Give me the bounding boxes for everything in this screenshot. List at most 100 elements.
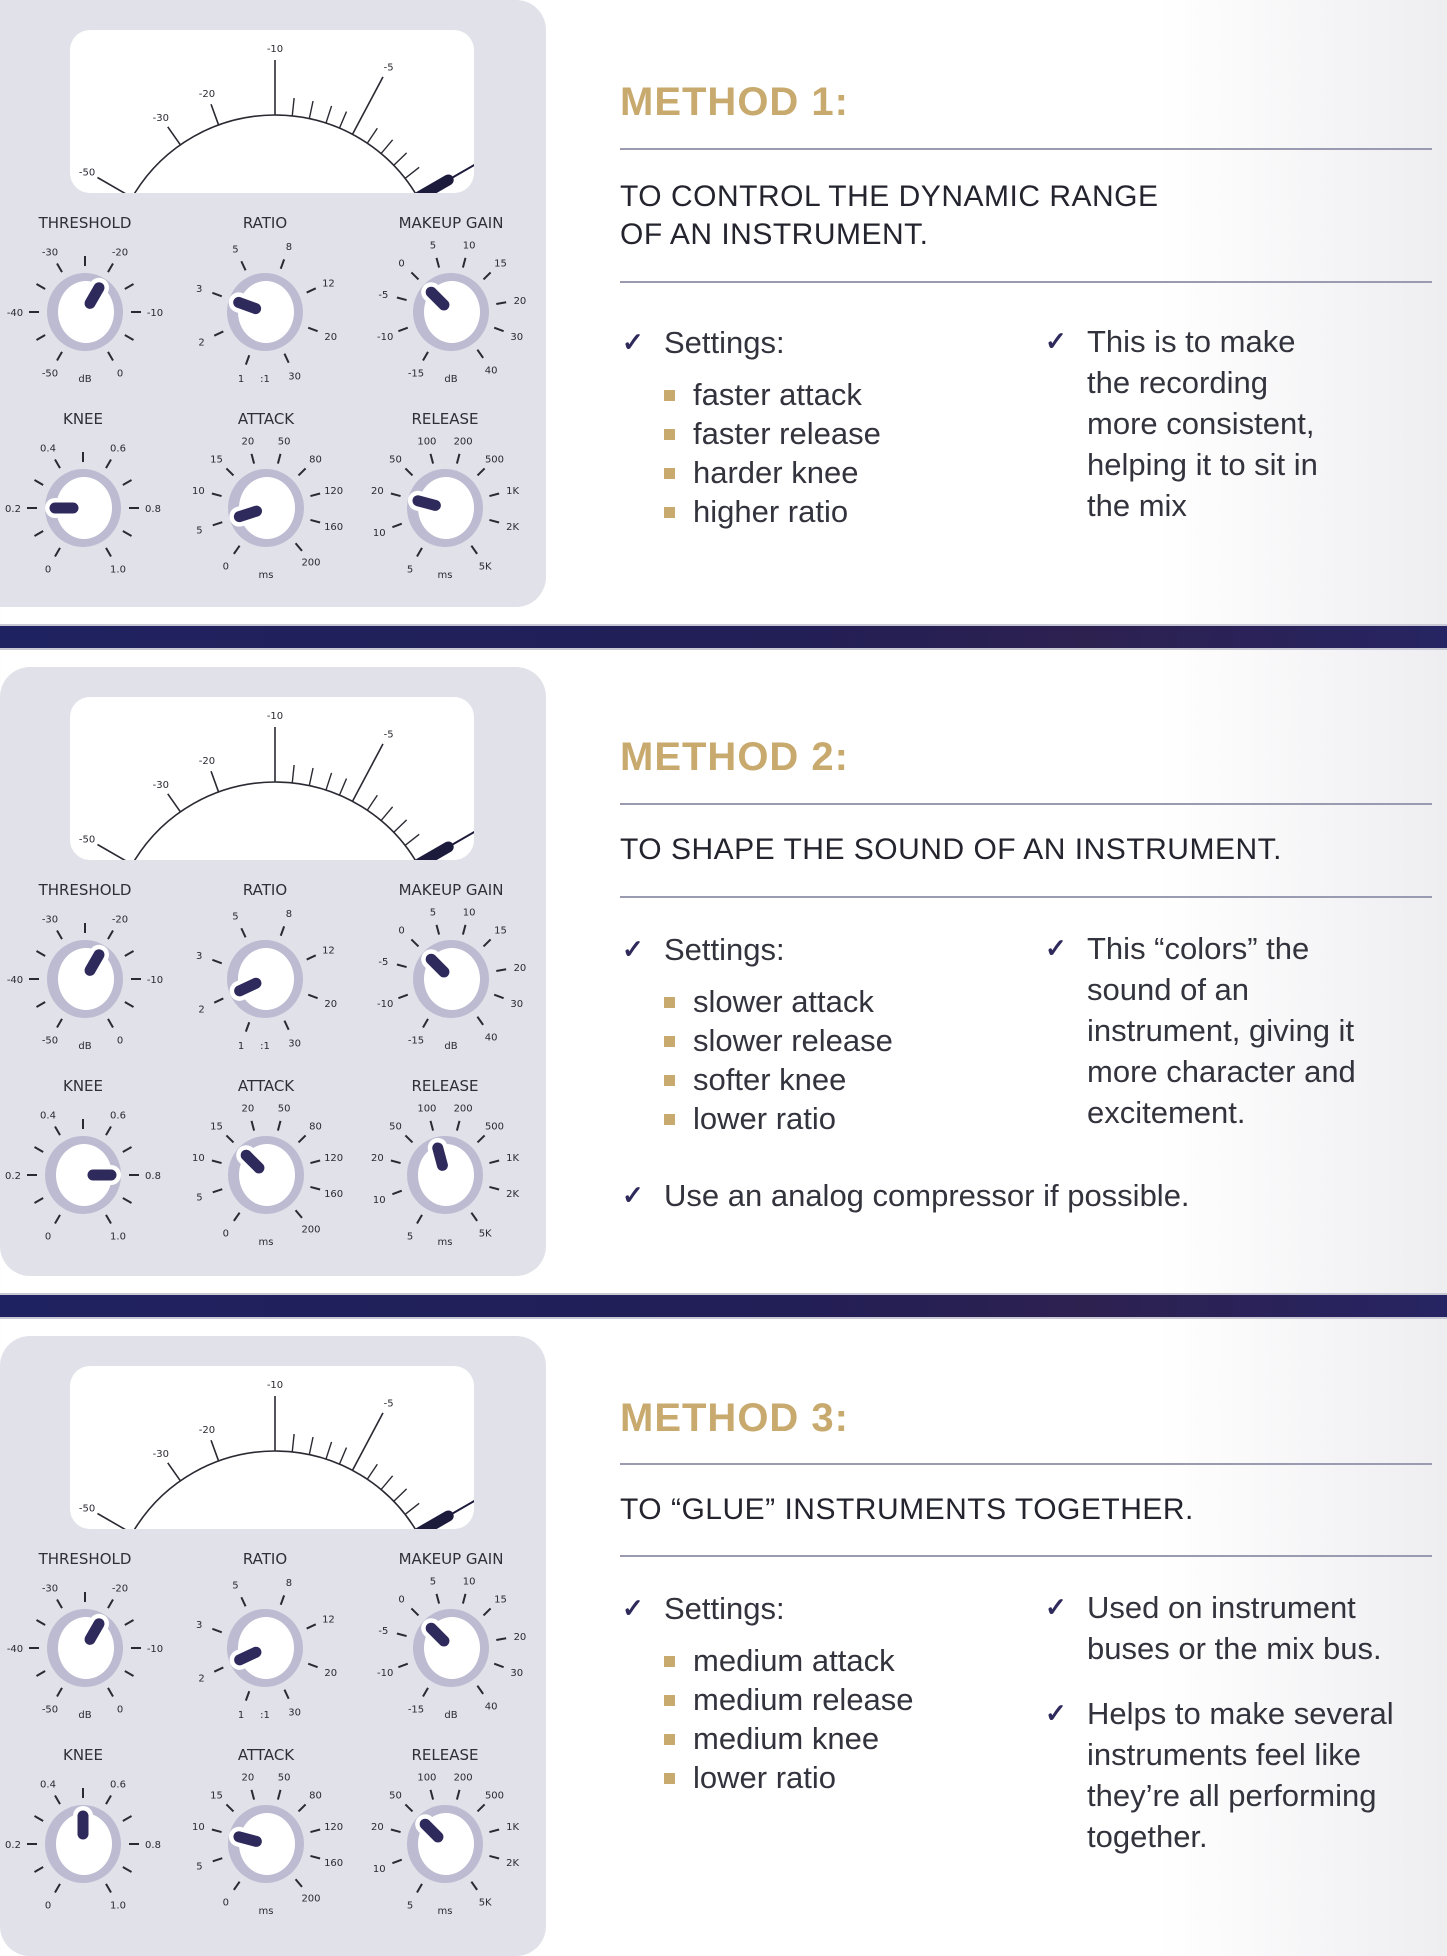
knob-tick	[233, 545, 241, 555]
knob-minor-tick	[36, 283, 46, 290]
knob-title: ATTACK	[238, 410, 295, 428]
knob-knee[interactable]: KNEE 0 0.2 0.4 0.6 0.8 1.0	[5, 1077, 161, 1243]
knob-tick	[390, 492, 401, 498]
knob-title: THRESHOLD	[38, 1550, 132, 1568]
knob-tick	[233, 1881, 241, 1891]
knob-unit-label: ms	[438, 570, 453, 581]
knob-unit-label: ms	[259, 1906, 274, 1917]
knob-title: RATIO	[243, 214, 287, 232]
knob-tick-label: 20	[371, 486, 384, 497]
knob-tick-label: 0.2	[5, 1171, 21, 1182]
knob-grid: THRESHOLD-50-40-30 -20-100dBRATIO1235 8122…	[5, 1550, 526, 1917]
knob-knee[interactable]: KNEE 0 0.2 0.4 0.6 0.8 1.0	[5, 1746, 161, 1912]
knob-title: RATIO	[243, 1550, 287, 1568]
knob-tick	[307, 326, 318, 333]
subtitle-line: TO SHAPE THE SOUND OF AN INSTRUMENT.	[620, 833, 1282, 866]
knob-makeup-gain[interactable]: MAKEUP GAIN -15 -10 -5 0 5 10 15 20 30 40 dB	[377, 1550, 526, 1721]
knob-tick	[435, 924, 441, 935]
knob-unit-label: dB	[444, 1710, 457, 1721]
check-icon: ✓	[1045, 326, 1067, 356]
knob-threshold[interactable]: THRESHOLD -50 -40 -30 -20 -10 0 dB	[7, 214, 163, 385]
knob-tick	[493, 993, 504, 1000]
list-item: softer knee	[664, 1060, 1022, 1099]
knob-attack[interactable]: ATTACK 0 5 10 15 20 50 80 120 160 200 ms	[192, 1746, 343, 1917]
knob-tick-label: 20	[514, 1632, 527, 1643]
knob-release[interactable]: RELEASE 5 10 20 50 100 200 500 1K 2K 5K ms	[371, 1746, 519, 1917]
knob-tick	[482, 1607, 492, 1617]
knob-tick	[213, 997, 224, 1004]
knob-tick	[461, 1593, 467, 1604]
knob-tick-label: -50	[42, 1705, 58, 1716]
bullet-square-icon	[664, 468, 675, 479]
knob-tick	[306, 287, 317, 294]
list-item: medium release	[664, 1680, 1022, 1719]
knob-tick	[392, 1858, 403, 1865]
knob-tick	[398, 326, 409, 333]
knob-pointer	[432, 1142, 448, 1171]
knob-release[interactable]: RELEASE 5 10 20 50 100 200 500 1K 2K 5K ms	[371, 410, 519, 581]
knob-tick-label: 3	[196, 284, 202, 295]
knob-tick	[297, 1803, 307, 1813]
knob-minor-tick	[34, 1815, 44, 1822]
knob-threshold[interactable]: THRESHOLD -50 -40 -30 -20 -10 0 dB	[7, 1550, 163, 1721]
knob-release[interactable]: RELEASE 5 10 20 50 100 200 500 1K 2K 5K ms	[371, 1077, 519, 1248]
knob-tick	[390, 1828, 401, 1834]
knob-tick	[455, 1789, 461, 1800]
knob-title: KNEE	[63, 410, 103, 428]
check-icon: ✓	[622, 327, 644, 357]
knob-title: MAKEUP GAIN	[399, 881, 504, 899]
knob-tick	[493, 326, 504, 333]
knob-tick-label: 200	[301, 558, 320, 569]
knob-attack[interactable]: ATTACK 0 5 10 15 20 50 80 120 160 200 ms	[192, 410, 343, 581]
knob-attack[interactable]: ATTACK 0 5 10 15 20 50 80 120 160 200 ms	[192, 1077, 343, 1248]
knob-tick	[244, 1021, 251, 1032]
knob-tick-label: 0.6	[110, 443, 126, 454]
knob-minor-tick	[124, 1619, 134, 1626]
knob-tick-label: 1	[238, 1041, 244, 1052]
knob-tick	[240, 260, 247, 271]
knob-ratio[interactable]: RATIO1235 8122030:1	[196, 1550, 337, 1721]
knob-tick	[461, 924, 467, 935]
bullet-square-icon	[664, 507, 675, 518]
knob-tick-label: 10	[192, 1822, 205, 1833]
knob-tick-label: 160	[324, 1189, 343, 1200]
knob-tick-label: 80	[309, 1122, 322, 1133]
knob-tick-label: 30	[288, 371, 301, 382]
knob-makeup-gain[interactable]: MAKEUP GAIN -15 -10 -5 0 5 10 15 20 30 40 dB	[377, 881, 526, 1052]
knob-tick-label: 20	[324, 999, 337, 1010]
knob-makeup-gain[interactable]: MAKEUP GAIN -15 -10 -5 0 5 10 15 20 30 40 dB	[377, 214, 526, 385]
knob-tick-label: 120	[324, 1822, 343, 1833]
extra-note-text: Use an analog compressor if possible.	[664, 1178, 1190, 1213]
knob-tick-label: 0	[398, 926, 404, 937]
knob-title: RELEASE	[412, 1077, 479, 1095]
knob-tick-label: 5	[196, 526, 202, 537]
knob-tick	[56, 930, 63, 940]
knob-tick-label: -10	[147, 308, 163, 319]
knob-tick-label: 15	[494, 926, 507, 937]
knob-knee[interactable]: KNEE 0 0.2 0.4 0.6 0.8 1.0	[5, 410, 161, 576]
knob-tick-label: 5	[196, 1862, 202, 1873]
knob-tick	[404, 1134, 414, 1144]
knob-minor-tick	[122, 1197, 132, 1204]
knob-threshold[interactable]: THRESHOLD -50 -40 -30 -20 -10 0 dB	[7, 881, 163, 1052]
knob-tick-label: 20	[514, 296, 527, 307]
list-item: lower ratio	[664, 1099, 1022, 1138]
knob-tick	[225, 467, 235, 477]
knob-tick-label: 50	[278, 436, 291, 447]
knob-unit-label: dB	[444, 374, 457, 385]
knob-ratio[interactable]: RATIO1235 8122030:1	[196, 881, 337, 1052]
knob-tick	[211, 1159, 222, 1165]
knob-tick	[470, 545, 478, 555]
knob-tick	[493, 1662, 504, 1669]
note-text: This is to make the recording more consi…	[1087, 324, 1318, 523]
knob-minor-tick	[34, 1866, 44, 1873]
divider-line	[620, 148, 1432, 150]
knob-tick-label: 30	[510, 1668, 523, 1679]
knob-tick-label: 2	[198, 338, 204, 349]
knob-tick	[225, 1134, 235, 1144]
notes-column: ✓ This is to make the recording more cons…	[1045, 321, 1335, 526]
knob-ratio[interactable]: RATIO1235 8122030:1	[196, 214, 337, 385]
knob-minor-tick	[124, 334, 134, 341]
knob-unit-label: :1	[260, 1041, 270, 1052]
list-item: medium knee	[664, 1719, 1022, 1758]
